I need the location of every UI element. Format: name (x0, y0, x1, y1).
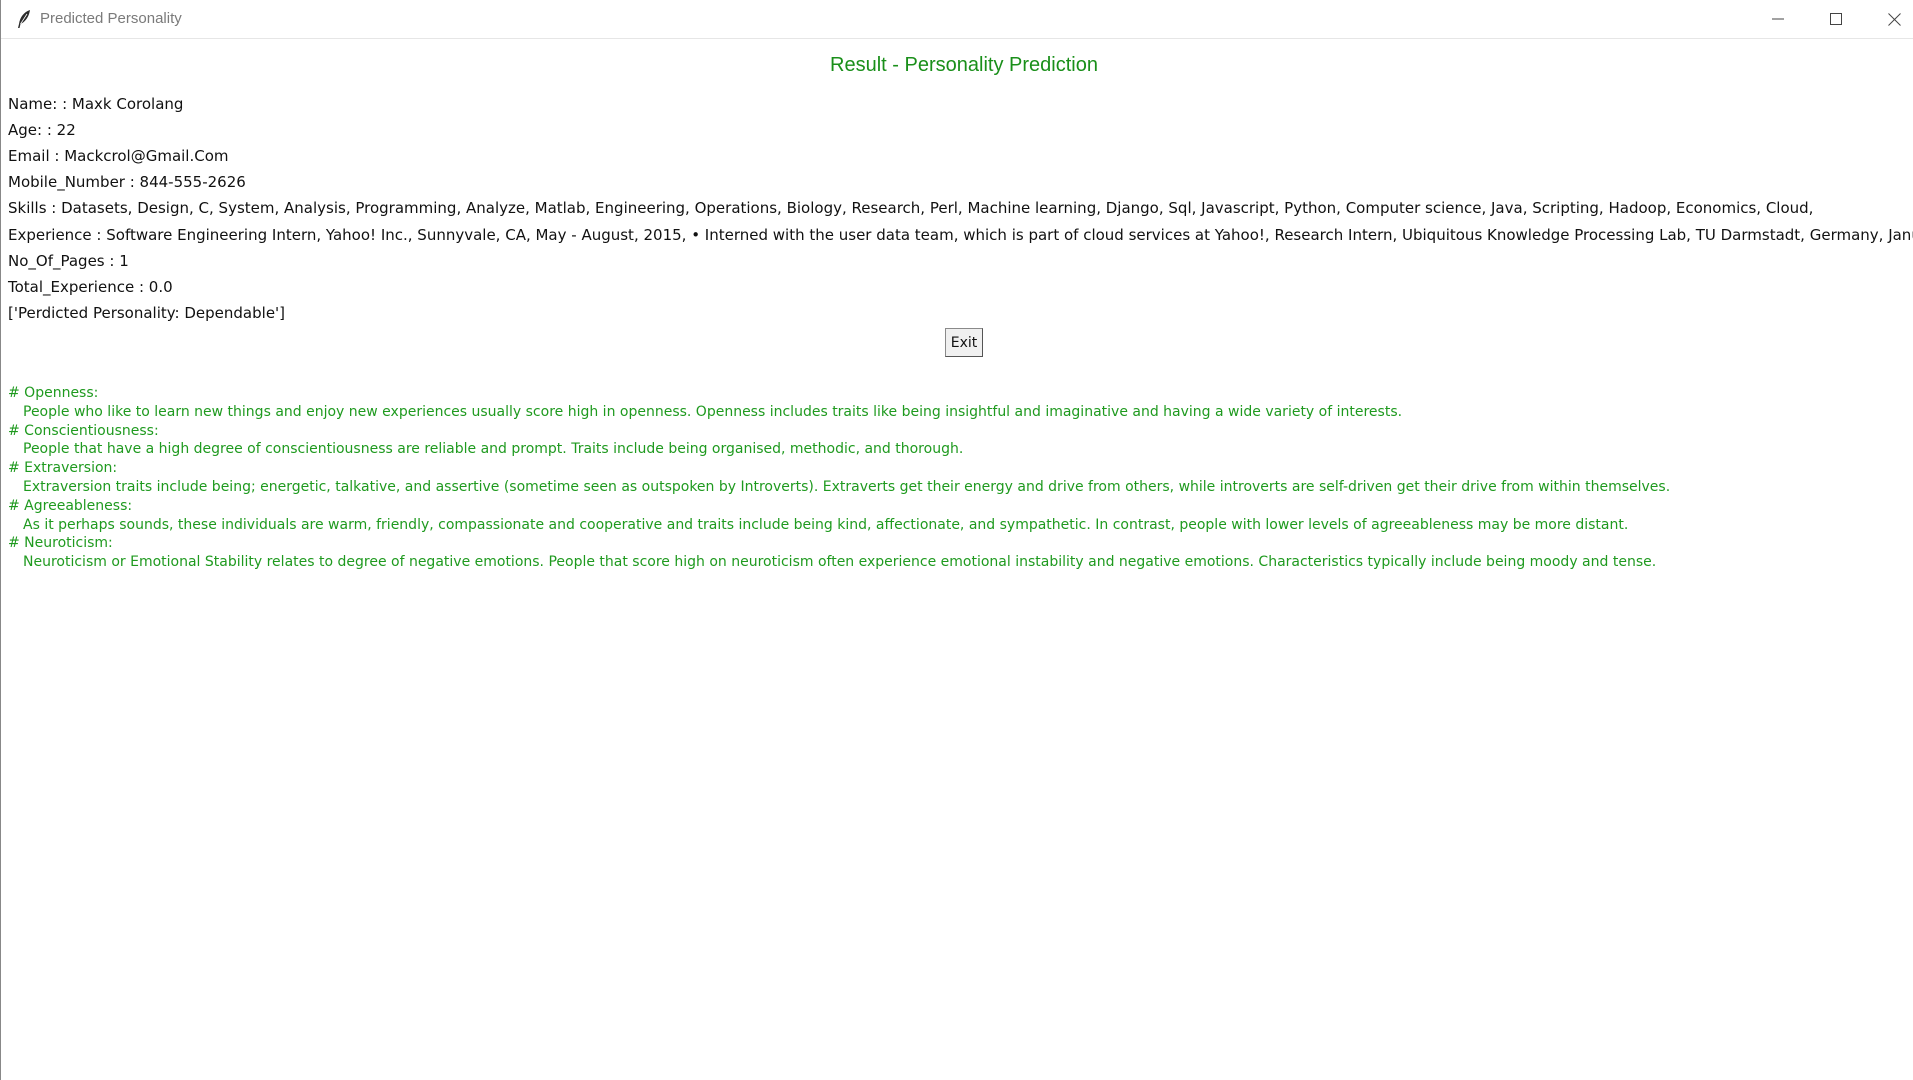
pages-label: No_Of_Pages : 1 (8, 252, 129, 270)
close-icon (1887, 12, 1901, 26)
skills-label: Skills : Datasets, Design, C, System, An… (8, 199, 1814, 217)
window-title: Predicted Personality (40, 10, 182, 27)
feather-icon (15, 9, 33, 29)
trait-agreeableness-description: As it perhaps sounds, these individuals … (23, 516, 1629, 533)
result-panel: Result - Personality Prediction Name: : … (1, 39, 1913, 1080)
trait-agreeableness-title: # Agreeableness: (8, 497, 133, 514)
total-experience-label: Total_Experience : 0.0 (8, 278, 173, 296)
trait-conscientiousness-description: People that have a high degree of consci… (23, 441, 964, 458)
app-window: Predicted Personality Result - Personali… (0, 0, 1913, 1080)
name-label: Name: : Maxk Corolang (8, 95, 184, 113)
predicted-personality-label: ['Perdicted Personality: Dependable'] (8, 304, 286, 322)
close-button[interactable] (1865, 0, 1913, 38)
trait-openness-description: People who like to learn new things and … (23, 403, 1403, 420)
page-title: Result - Personality Prediction (830, 54, 1098, 76)
mobile-number-label: Mobile_Number : 844-555-2626 (8, 173, 246, 191)
minimize-button[interactable] (1749, 0, 1807, 38)
trait-openness-title: # Openness: (8, 385, 99, 401)
exit-button[interactable]: Exit (945, 328, 983, 357)
trait-extraversion-description: Extraversion traits include being; energ… (23, 478, 1671, 495)
trait-extraversion-title: # Extraversion: (8, 460, 118, 477)
title-bar[interactable]: Predicted Personality (1, 0, 1913, 39)
trait-conscientiousness-title: # Conscientiousness: (8, 422, 159, 439)
maximize-button[interactable] (1807, 0, 1865, 38)
maximize-icon (1830, 13, 1842, 25)
age-label: Age: : 22 (8, 121, 76, 139)
minimize-icon (1772, 18, 1784, 20)
personality-traits-text: # Openness: People who like to learn new… (8, 384, 1670, 572)
experience-label: Experience : Software Engineering Intern… (8, 226, 1913, 244)
trait-neuroticism-description: Neuroticism or Emotional Stability relat… (23, 554, 1657, 571)
email-label: Email : Mackcrol@Gmail.Com (8, 147, 229, 165)
trait-neuroticism-title: # Neuroticism: (8, 535, 113, 552)
